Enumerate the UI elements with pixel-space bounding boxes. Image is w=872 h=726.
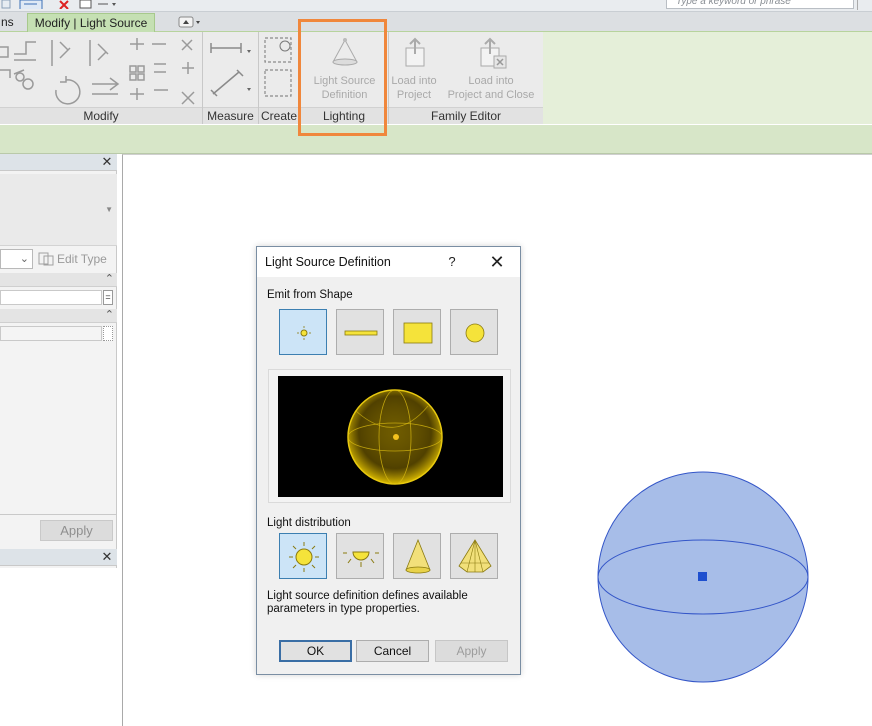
tab-modify-light-source[interactable]: Modify | Light Source [27,13,155,32]
save-icon[interactable] [1,0,11,9]
panel-label-create: Create [259,107,299,124]
glowing-sphere-icon [347,389,443,485]
emit-point-button[interactable] [279,309,327,355]
chevron-down-icon: ⌄ [19,253,29,265]
properties-group-header[interactable]: ⌃ [0,309,117,323]
properties-group-header[interactable]: ⌃ [0,273,117,287]
panel-label-lighting: Lighting [300,107,388,124]
apply-button[interactable]: Apply [435,640,508,662]
ok-button[interactable]: OK [279,640,352,662]
load-into-project-label-1: Load into [391,75,437,87]
load-into-project-label-2: Project [396,89,432,101]
emit-rectangle-button[interactable] [393,309,441,355]
load-into-project-close-label-1: Load into [468,75,514,87]
collapse-icon[interactable]: ⌃ [105,272,114,285]
distribution-photometric-web-button[interactable] [450,533,498,579]
load-into-project-and-close-button[interactable]: Load into Project and Close [441,34,541,102]
circle-shape-icon [465,323,485,343]
distribution-hemispherical-button[interactable] [336,533,384,579]
panel-label-modify: Modify [0,107,202,124]
dialog-title: Light Source Definition [265,255,391,269]
spot-cone-icon [405,538,431,574]
modify-tools-icon[interactable] [0,32,203,106]
project-browser-header: ✕ [0,549,117,566]
load-into-project-close-label-2: Project and Close [447,89,535,101]
rectangle-shape-icon [403,322,433,344]
panel-lighting: Light Source Definition Lighting [300,32,389,124]
sun-icon [289,542,319,572]
preview-frame [268,369,511,503]
light-source-point [698,572,707,581]
help-button[interactable]: ? [442,252,462,272]
light-source-definition-button[interactable]: Light Source Definition [300,34,389,102]
panel-create: Create [259,32,300,124]
photometric-web-icon [458,539,492,573]
load-into-project-button[interactable]: Load into Project [389,34,439,102]
panel-measure: Measure [203,32,259,124]
edit-type-button[interactable]: Edit Type [38,250,116,268]
panel-modify: Modify [0,32,203,124]
light-preview [278,376,503,497]
search-binoculars-icon[interactable] [857,0,872,10]
ribbon-tab-row: ns Modify | Light Source [0,12,872,32]
search-input[interactable]: Type a keyword or phrase [666,0,854,9]
property-button[interactable] [103,326,113,341]
create-group-icon[interactable] [259,32,300,106]
light-cone-icon [331,38,358,66]
emit-circle-button[interactable] [450,309,498,355]
properties-apply-button[interactable]: Apply [40,520,113,541]
properties-palette: ✕ ▼ ⌄ Edit Type ⌃ = ⌃ Apply ✕ [0,154,117,726]
panel-label-measure: Measure [203,107,258,124]
edit-type-label: Edit Type [57,252,107,266]
options-bar [0,125,872,154]
distribution-spherical-button[interactable] [279,533,327,579]
type-selector[interactable]: ▼ [0,174,117,246]
cancel-button[interactable]: Cancel [356,640,429,662]
ribbon-empty-area [543,32,872,124]
dialog-titlebar: Light Source Definition ? ✕ [257,247,520,277]
tab-partial[interactable]: ns [0,13,20,32]
light-source-definition-dialog: Light Source Definition ? ✕ Emit from Sh… [256,246,521,675]
quick-access-toolbar: Type a keyword or phrase [0,0,872,12]
property-value-field[interactable] [0,326,102,341]
project-browser [0,568,117,726]
close-project-browser-icon[interactable]: ✕ [101,549,113,565]
edit-type-icon [38,252,54,266]
panel-label-family-editor: Family Editor [389,107,543,124]
sync-icon[interactable] [19,0,43,9]
point-shape-icon [297,326,311,340]
instance-filter-dropdown[interactable]: ⌄ [0,249,33,269]
distribution-spot-button[interactable] [393,533,441,579]
line-shape-icon [344,330,378,336]
hemisphere-icon [343,551,379,567]
load-into-project-close-icon [480,37,507,69]
dialog-description: Light source definition defines availabl… [267,590,468,615]
chevron-down-icon[interactable]: ▼ [105,205,113,214]
close-icon[interactable]: ✕ [485,251,509,273]
measure-icon[interactable] [203,32,259,106]
emit-line-button[interactable] [336,309,384,355]
properties-header: ✕ [0,154,117,171]
load-into-project-icon [405,37,425,67]
divider [0,514,117,515]
panel-family-editor: Load into Project Load into Project and … [389,32,543,124]
property-button[interactable]: = [103,290,113,305]
property-value-field[interactable] [0,290,102,305]
close-inactive-views-icon[interactable] [55,0,73,9]
collapse-icon[interactable]: ⌃ [105,308,114,321]
ribbon: Modify Measure Create Light Source Defin… [0,32,543,124]
light-distribution-label: Light distribution [267,517,351,529]
close-properties-icon[interactable]: ✕ [101,154,113,170]
light-source-definition-label-1: Light Source [313,75,376,87]
switch-windows-icon[interactable] [78,0,122,9]
ribbon-minimize-icon[interactable] [178,16,202,28]
light-source-definition-label-2: Definition [321,89,368,101]
emit-from-shape-label: Emit from Shape [267,289,353,301]
